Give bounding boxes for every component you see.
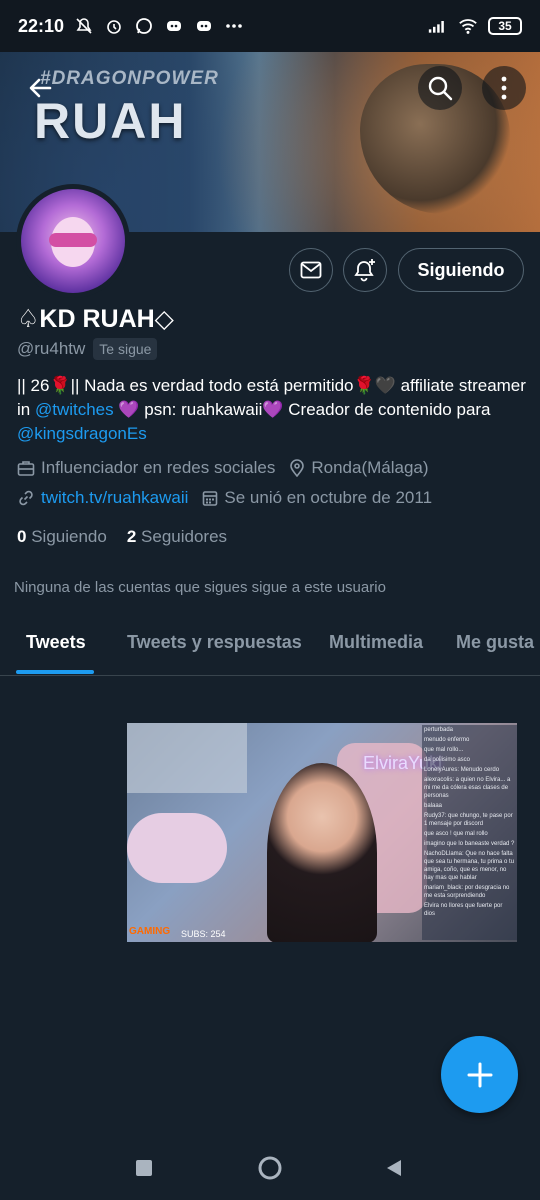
status-bar: 22:10 35 bbox=[0, 0, 540, 52]
recents-button[interactable] bbox=[134, 1156, 154, 1185]
mutual-followers-note: Ninguna de las cuentas que sigues sigue … bbox=[14, 579, 386, 596]
search-button[interactable] bbox=[418, 66, 462, 110]
plus-icon bbox=[467, 1062, 492, 1087]
media-subs-label: SUBS: 254 bbox=[181, 929, 226, 939]
circle-icon bbox=[258, 1156, 282, 1180]
profile-meta-row: Influenciador en redes sociales Ronda(Má… bbox=[17, 458, 429, 478]
profile-bio: || 26🌹|| Nada es verdad todo está permit… bbox=[17, 374, 527, 446]
location-label: Ronda(Málaga) bbox=[311, 458, 429, 477]
discord-icon bbox=[164, 16, 184, 36]
avatar-image bbox=[21, 189, 125, 293]
website-link[interactable]: twitch.tv/ruahkawaii bbox=[41, 488, 188, 508]
chat-line: perturbada bbox=[424, 727, 454, 733]
muted-icon bbox=[74, 16, 94, 36]
bio-text: 💜 psn: ruahkawaii💜 Creador de contenido … bbox=[113, 400, 491, 419]
chat-line: que mal rollo... bbox=[424, 747, 464, 753]
chat-line: da pollisimo asco bbox=[424, 757, 471, 763]
website-item: twitch.tv/ruahkawaii bbox=[17, 488, 188, 508]
display-name: ♤KD RUAH◇ bbox=[17, 305, 174, 333]
mail-icon bbox=[300, 261, 322, 279]
chat-line: que asco ! que mal rollo bbox=[424, 831, 488, 837]
avatar[interactable] bbox=[16, 184, 130, 298]
following-count: 0 bbox=[17, 527, 27, 546]
chat-line: Rudy37: que chungo, te pase por 1 mensaj… bbox=[424, 813, 513, 827]
following-label: Siguiendo bbox=[31, 527, 107, 546]
chat-line: Elvira no llores que fuerte por dios bbox=[424, 903, 503, 917]
joined-label: Se unió en octubre de 2011 bbox=[224, 488, 433, 507]
bio-link-twitches[interactable]: @twitches bbox=[35, 400, 114, 419]
more-notifications-icon bbox=[224, 16, 244, 36]
location-item: Ronda(Málaga) bbox=[289, 458, 429, 478]
bell-plus-icon bbox=[354, 259, 375, 282]
chat-line: imagino que lo baneaste verdad ? bbox=[424, 841, 515, 847]
more-vertical-icon bbox=[501, 76, 507, 100]
alarm-icon bbox=[104, 16, 124, 36]
square-icon bbox=[136, 1160, 152, 1176]
handle-row: @ru4htw Te sigue bbox=[17, 338, 158, 360]
chat-line: NachoDLlama: Que no hace falta que sea t… bbox=[424, 851, 515, 881]
location-pin-icon bbox=[290, 459, 305, 477]
battery-icon: 35 bbox=[488, 17, 522, 35]
message-button[interactable] bbox=[289, 248, 333, 292]
chat-line: LonelyAures: Menudo cerdo bbox=[424, 767, 500, 773]
media-chat-overlay: perturbada menudo enfermo que mal rollo.… bbox=[422, 725, 517, 940]
home-button[interactable] bbox=[256, 1156, 284, 1185]
wifi-icon bbox=[458, 16, 478, 36]
followers-label: Seguidores bbox=[141, 527, 228, 546]
profile-tabs: Tweets Tweets y respuestas Multimedia Me… bbox=[0, 614, 540, 676]
status-time: 22:10 bbox=[18, 15, 65, 36]
arrow-left-icon bbox=[29, 78, 52, 98]
briefcase-icon bbox=[17, 461, 35, 476]
category-item: Influenciador en redes sociales bbox=[17, 458, 275, 478]
signal-icon bbox=[428, 16, 448, 36]
tweet-media-image[interactable]: ElviraYuki perturbada menudo enfermo que… bbox=[127, 723, 517, 942]
following-button[interactable]: Siguiendo bbox=[398, 248, 524, 292]
chat-line: alexracolis: a quien no Elvira... a mi m… bbox=[424, 777, 511, 799]
tab-tweets-replies[interactable]: Tweets y respuestas bbox=[127, 632, 302, 653]
banner-tag: #DRAGONPOWER bbox=[40, 68, 219, 89]
chat-line: balaaa bbox=[424, 803, 443, 809]
triangle-back-icon bbox=[387, 1160, 401, 1176]
discord-icon bbox=[194, 16, 214, 36]
avatar-glasses bbox=[49, 233, 97, 247]
profile-meta-row: twitch.tv/ruahkawaii Se unió en octubre … bbox=[17, 488, 432, 508]
media-gaming-label: GAMING bbox=[129, 926, 171, 937]
handle: @ru4htw bbox=[17, 339, 86, 358]
tab-likes[interactable]: Me gusta bbox=[456, 632, 534, 653]
media-background-shelf bbox=[127, 723, 247, 793]
media-streamer bbox=[267, 763, 377, 942]
whatsapp-icon bbox=[134, 16, 154, 36]
category-label: Influenciador en redes sociales bbox=[41, 458, 276, 477]
link-icon bbox=[19, 490, 33, 506]
joined-item: Se unió en octubre de 2011 bbox=[202, 488, 432, 508]
follows-you-badge: Te sigue bbox=[93, 338, 158, 360]
media-plush-toy bbox=[127, 813, 227, 883]
more-options-button[interactable] bbox=[482, 66, 526, 110]
compose-tweet-button[interactable] bbox=[441, 1036, 518, 1113]
calendar-icon bbox=[203, 491, 218, 506]
active-tab-indicator bbox=[16, 670, 94, 674]
chat-line: mariam_black: por desgracia no me esta s… bbox=[424, 885, 510, 899]
chat-line: menudo enfermo bbox=[424, 737, 470, 743]
followers-count: 2 bbox=[126, 527, 137, 546]
bio-link-kingsdragon[interactable]: @kingsdragonEs bbox=[17, 424, 147, 443]
notifications-button[interactable] bbox=[343, 248, 387, 292]
system-navigation-bar bbox=[0, 1140, 540, 1200]
following-count-link[interactable]: 0 Siguiendo bbox=[17, 527, 107, 547]
back-nav-button[interactable] bbox=[384, 1156, 404, 1185]
search-icon bbox=[428, 76, 453, 101]
back-button[interactable] bbox=[18, 66, 62, 110]
tab-tweets[interactable]: Tweets bbox=[26, 632, 86, 653]
follow-counts: 0 Siguiendo 2 Seguidores bbox=[17, 527, 227, 547]
tab-media[interactable]: Multimedia bbox=[329, 632, 423, 653]
followers-count-link[interactable]: 2 Seguidores bbox=[127, 527, 227, 547]
